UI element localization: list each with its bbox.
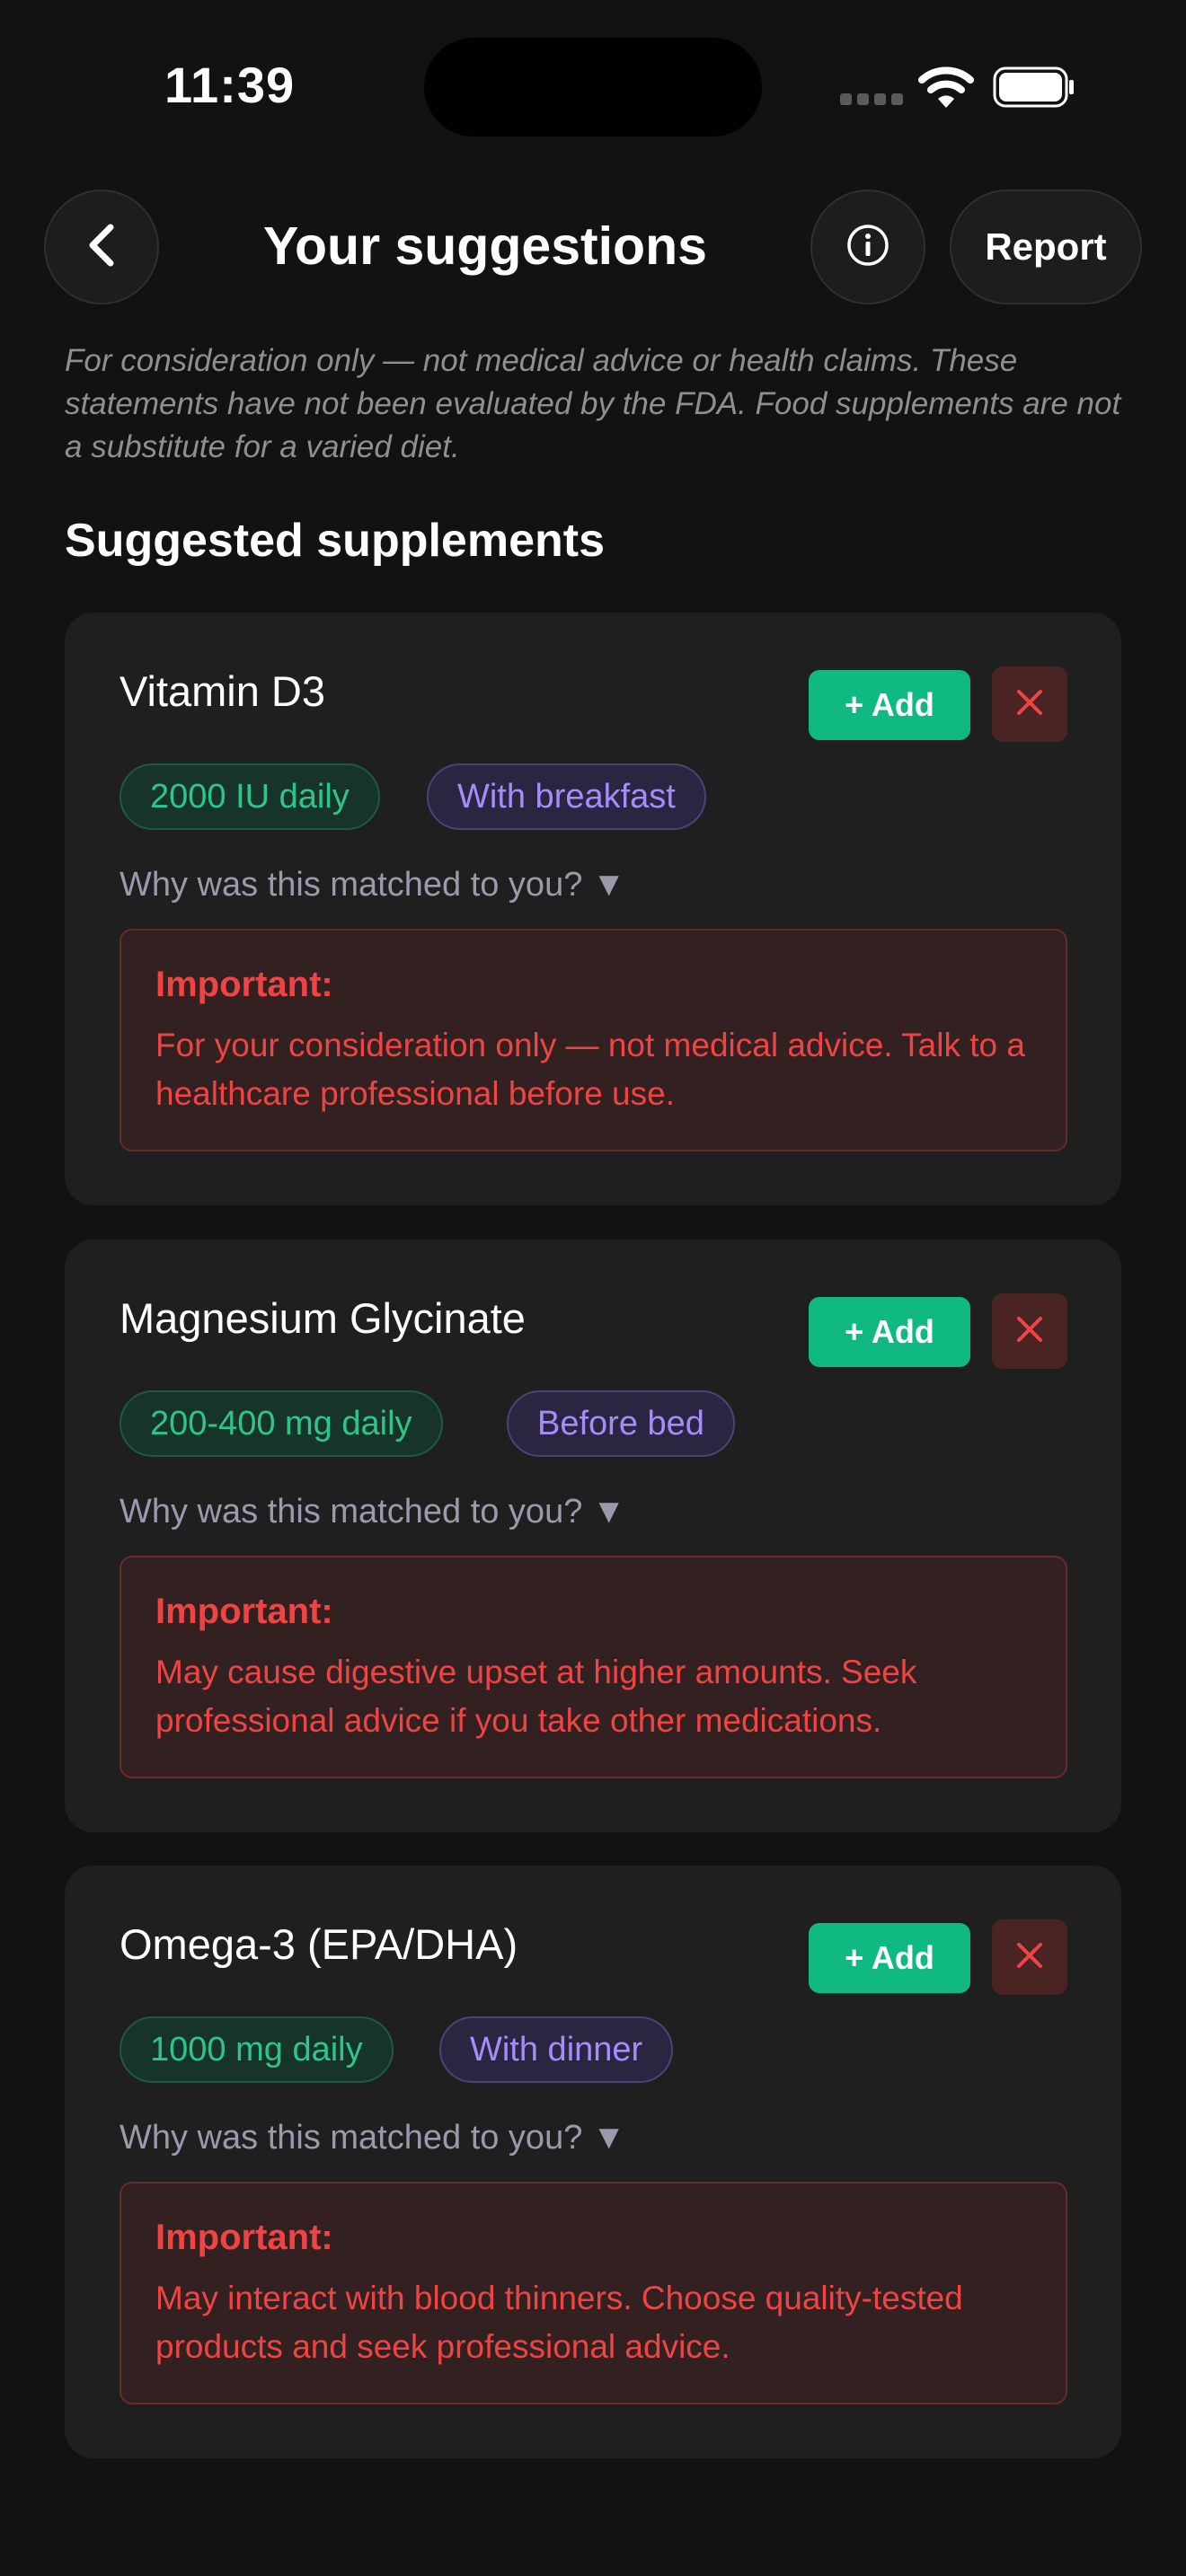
close-icon [1016,689,1043,720]
warning-heading: Important: [155,965,333,1004]
report-button[interactable]: Report [950,190,1142,304]
warning-text: May cause digestive upset at higher amou… [155,1654,917,1739]
signal-icon [840,93,903,106]
add-button[interactable]: + Add [809,670,970,740]
supplement-card: Vitamin D3 + Add 2000 IU daily With brea… [65,613,1121,1205]
status-time: 11:39 [164,57,296,113]
chevron-left-icon [84,222,119,273]
timing-chip: With dinner [439,2016,674,2083]
supplement-card: Magnesium Glycinate + Add 200-400 mg dai… [65,1239,1121,1832]
warning-text: For your consideration only — not medica… [155,1027,1025,1112]
section-title: Suggested supplements [65,515,605,567]
supplement-card: Omega-3 (EPA/DHA) + Add 1000 mg daily Wi… [65,1866,1121,2458]
status-bar: 11:39 [0,0,1186,162]
why-matched-toggle[interactable]: Why was this matched to you? ▼ [119,1493,626,1531]
info-button[interactable] [810,190,925,304]
timing-chip: With breakfast [427,763,706,830]
warning-text: May interact with blood thinners. Choose… [155,2280,963,2365]
dose-chip: 200-400 mg daily [119,1390,443,1457]
back-button[interactable] [44,190,159,304]
supplement-name: Omega-3 (EPA/DHA) [119,1920,518,1968]
why-matched-toggle[interactable]: Why was this matched to you? ▼ [119,2119,626,2157]
info-icon [845,223,890,272]
battery-icon [993,66,1075,108]
add-button[interactable]: + Add [809,1923,970,1993]
warning-box: Important: May interact with blood thinn… [119,2182,1067,2404]
dose-chip: 1000 mg daily [119,2016,394,2083]
page-title: Your suggestions [263,216,707,276]
wifi-icon [918,65,974,110]
why-matched-toggle[interactable]: Why was this matched to you? ▼ [119,866,626,904]
warning-heading: Important: [155,2218,333,2257]
add-button[interactable]: + Add [809,1297,970,1367]
dismiss-button[interactable] [992,666,1067,742]
supplement-name: Magnesium Glycinate [119,1294,526,1342]
warning-box: Important: For your consideration only —… [119,929,1067,1151]
close-icon [1016,1942,1043,1973]
dynamic-island [424,38,762,137]
disclaimer-text: For consideration only — not medical adv… [65,343,1121,464]
dismiss-button[interactable] [992,1293,1067,1369]
dose-chip: 2000 IU daily [119,763,380,830]
close-icon [1016,1316,1043,1347]
dismiss-button[interactable] [992,1919,1067,1995]
warning-heading: Important: [155,1592,333,1631]
warning-box: Important: May cause digestive upset at … [119,1556,1067,1778]
timing-chip: Before bed [507,1390,735,1457]
supplement-name: Vitamin D3 [119,667,326,715]
